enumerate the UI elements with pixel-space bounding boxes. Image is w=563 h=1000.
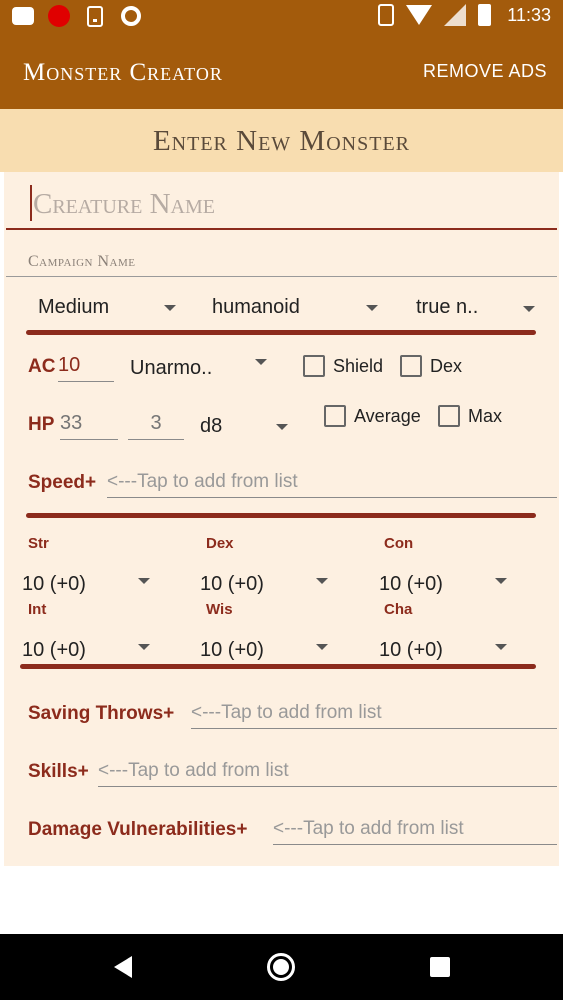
- max-checkbox[interactable]: [438, 405, 460, 427]
- ring-icon: [120, 5, 142, 27]
- ability-value-con: 10 (+0): [379, 572, 443, 595]
- alignment-value: true n..: [416, 295, 479, 318]
- speed-label: Speed+: [28, 472, 97, 493]
- app-bar: Monster Creator REMOVE ADS: [0, 33, 563, 109]
- saving-throws-label: Saving Throws+: [28, 703, 175, 724]
- chevron-down-icon: [495, 578, 507, 584]
- skills-list-field[interactable]: <---Tap to add from list: [98, 760, 557, 787]
- signal-icon: [444, 4, 467, 26]
- red-circle-icon: [48, 5, 70, 27]
- ability-label-int: Int: [28, 601, 47, 618]
- ability-dropdown-cha[interactable]: 10 (+0): [379, 635, 514, 665]
- vibrate-icon: [378, 4, 395, 26]
- chevron-down-icon: [316, 644, 328, 650]
- download-icon: [84, 5, 106, 27]
- speed-list-field[interactable]: <---Tap to add from list: [107, 471, 557, 498]
- ability-value-dex: 10 (+0): [200, 572, 264, 595]
- shield-checkbox-row[interactable]: Shield: [303, 355, 383, 377]
- creature-name-input[interactable]: [33, 184, 543, 224]
- ability-value-str: 10 (+0): [22, 572, 86, 595]
- chevron-down-icon: [138, 644, 150, 650]
- back-icon[interactable]: [114, 956, 132, 978]
- hp-label: HP: [28, 414, 55, 435]
- max-label: Max: [468, 405, 503, 426]
- creature-name-field[interactable]: [6, 180, 557, 230]
- saving-throws-list-field[interactable]: <---Tap to add from list: [191, 702, 557, 729]
- section-divider: [20, 664, 536, 669]
- dex-label: Dex: [430, 355, 463, 376]
- ability-dropdown-str[interactable]: 10 (+0): [22, 569, 157, 599]
- ability-dropdown-int[interactable]: 10 (+0): [22, 635, 157, 665]
- die-dropdown[interactable]: d8: [200, 411, 295, 441]
- hit-dice-input[interactable]: [128, 408, 184, 440]
- app-title: Monster Creator: [23, 59, 223, 86]
- dex-checkbox[interactable]: [400, 355, 422, 377]
- size-dropdown[interactable]: Medium: [38, 292, 188, 322]
- size-value: Medium: [38, 295, 110, 318]
- chevron-down-icon: [495, 644, 507, 650]
- shield-checkbox[interactable]: [303, 355, 325, 377]
- chevron-down-icon: [138, 578, 150, 584]
- campaign-name-input[interactable]: [28, 250, 528, 274]
- cloud-icon: [12, 5, 34, 27]
- ac-input[interactable]: [58, 350, 114, 382]
- battery-icon: [478, 4, 492, 26]
- campaign-name-field[interactable]: [6, 246, 557, 277]
- armor-dropdown[interactable]: Unarmo..: [130, 353, 275, 383]
- section-header: Enter New Monster: [0, 109, 563, 172]
- recents-icon[interactable]: [430, 957, 450, 977]
- ability-label-cha: Cha: [384, 601, 413, 618]
- average-checkbox-row[interactable]: Average: [324, 405, 421, 427]
- chevron-down-icon: [164, 305, 176, 311]
- type-value: humanoid: [212, 295, 300, 318]
- navigation-bar: [0, 934, 563, 1000]
- section-divider: [26, 513, 536, 518]
- monster-form: Medium humanoid true n.. AC Unarmo.. Shi…: [4, 172, 559, 866]
- hp-input[interactable]: [60, 408, 118, 440]
- status-bar: 11:33: [0, 0, 563, 33]
- ability-label-con: Con: [384, 535, 414, 552]
- alignment-dropdown[interactable]: true n..: [416, 292, 546, 322]
- status-time: 11:33: [507, 4, 551, 25]
- average-label: Average: [354, 405, 421, 426]
- remove-ads-button[interactable]: REMOVE ADS: [423, 61, 547, 82]
- shield-label: Shield: [333, 355, 384, 376]
- ability-value-int: 10 (+0): [22, 638, 86, 661]
- damage-vulnerabilities-label: Damage Vulnerabilities+: [28, 819, 248, 840]
- ability-label-str: Str: [28, 535, 49, 552]
- ability-label-dex: Dex: [206, 535, 234, 552]
- ability-label-wis: Wis: [206, 601, 233, 618]
- ability-dropdown-wis[interactable]: 10 (+0): [200, 635, 335, 665]
- ability-value-cha: 10 (+0): [379, 638, 443, 661]
- average-checkbox[interactable]: [324, 405, 346, 427]
- home-icon[interactable]: [267, 953, 295, 981]
- die-value: d8: [200, 414, 223, 437]
- ability-value-wis: 10 (+0): [200, 638, 264, 661]
- chevron-down-icon: [255, 359, 267, 365]
- chevron-down-icon: [276, 424, 288, 430]
- skills-label: Skills+: [28, 761, 89, 782]
- dex-checkbox-row[interactable]: Dex: [400, 355, 462, 377]
- section-divider: [26, 330, 536, 335]
- chevron-down-icon: [523, 306, 535, 312]
- chevron-down-icon: [366, 305, 378, 311]
- ability-dropdown-dex[interactable]: 10 (+0): [200, 569, 335, 599]
- wifi-icon: [406, 5, 433, 25]
- text-cursor: [30, 185, 32, 221]
- armor-value: Unarmo..: [130, 356, 213, 379]
- ac-label: AC: [28, 356, 56, 377]
- damage-vulnerabilities-list-field[interactable]: <---Tap to add from list: [273, 818, 557, 845]
- section-title: Enter New Monster: [152, 125, 411, 157]
- type-dropdown[interactable]: humanoid: [212, 292, 387, 322]
- chevron-down-icon: [316, 578, 328, 584]
- ability-dropdown-con[interactable]: 10 (+0): [379, 569, 514, 599]
- max-checkbox-row[interactable]: Max: [438, 405, 502, 427]
